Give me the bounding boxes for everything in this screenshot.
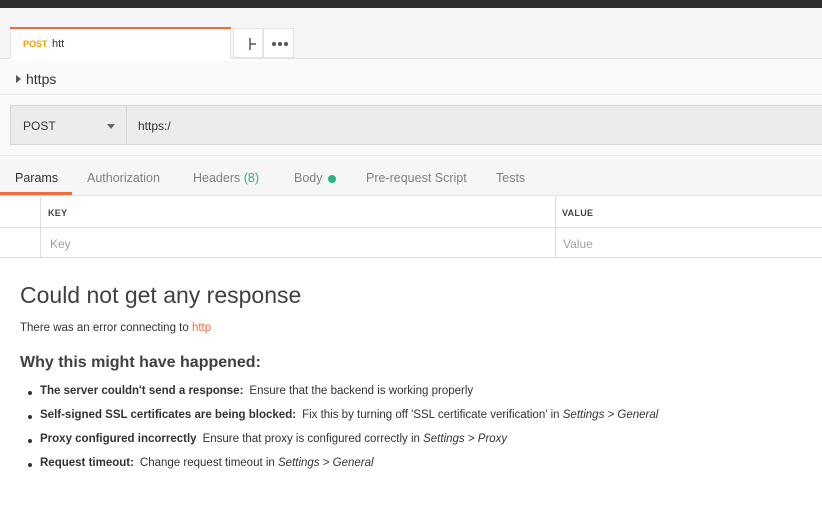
reason-title: The server couldn't send a response:	[40, 385, 244, 397]
tab-authorization[interactable]: Authorization	[87, 171, 160, 185]
tab-pre-request-script[interactable]: Pre-request Script	[366, 171, 467, 185]
settings-path: Settings > General	[562, 409, 659, 421]
bullet-icon	[28, 439, 32, 443]
error-message: There was an error connecting to http	[20, 322, 810, 334]
request-tab[interactable]: POST htt	[10, 27, 231, 59]
tab-params[interactable]: Params	[15, 171, 58, 185]
tab-options-button[interactable]	[263, 28, 294, 58]
tab-headers-label: Headers	[193, 171, 241, 185]
bullet-icon	[28, 463, 32, 467]
settings-path: Settings > Proxy	[423, 433, 508, 445]
reason-text: Ensure that proxy is configured correctl…	[202, 433, 424, 445]
tab-body[interactable]: Body	[294, 171, 323, 185]
bullet-icon	[28, 415, 32, 419]
reason-text: Fix this by turning off 'SSL certificate…	[302, 409, 563, 421]
error-message-text: There was an error connecting to	[20, 322, 192, 334]
active-tab-indicator	[10, 27, 231, 29]
url-bar: POST https:/	[0, 96, 822, 156]
request-tab-strip: POST htt	[0, 8, 822, 59]
param-value-input[interactable]: Value	[563, 237, 593, 251]
body-indicator-dot	[328, 175, 336, 183]
request-subtabs: Params Authorization Headers (8) Body Pr…	[0, 157, 822, 196]
settings-path: Settings > General	[278, 457, 374, 469]
chevron-down-icon	[107, 124, 115, 129]
url-input-value: https:/	[138, 119, 171, 133]
request-tab-name: htt	[52, 38, 65, 50]
more-horizontal-icon	[272, 42, 288, 46]
column-divider	[555, 197, 556, 258]
reason-item: Request timeout: Change request timeout i…	[20, 457, 810, 481]
params-value-header: VALUE	[562, 208, 594, 218]
param-key-input[interactable]: Key	[50, 237, 71, 251]
column-divider	[40, 197, 41, 258]
params-key-header: KEY	[48, 208, 68, 218]
reason-item: Self-signed SSL certificates are being b…	[20, 409, 810, 433]
reasons-list: The server couldn't send a response: Ensu…	[20, 385, 810, 481]
why-heading: Why this might have happened:	[20, 354, 261, 371]
tab-tests[interactable]: Tests	[496, 171, 525, 185]
reason-title: Self-signed SSL certificates are being b…	[40, 409, 297, 421]
error-url-link[interactable]: http	[192, 322, 211, 334]
reason-title: Request timeout:	[40, 457, 134, 469]
active-subtab-underline	[0, 192, 72, 195]
reason-text: Ensure that the backend is working prope…	[249, 385, 474, 397]
new-tab-button[interactable]	[233, 28, 263, 58]
plus-icon	[249, 38, 256, 50]
bullet-icon	[28, 391, 32, 395]
request-name-bar[interactable]: https	[0, 60, 822, 95]
window-top-bar	[0, 0, 822, 8]
request-name: https	[26, 71, 57, 87]
method-select-value: POST	[23, 119, 56, 133]
headers-count-badge: (8)	[243, 171, 260, 185]
url-input[interactable]: https:/	[126, 105, 822, 145]
reason-item: The server couldn't send a response: Ensu…	[20, 385, 810, 409]
reason-text: Change request timeout in	[139, 457, 279, 469]
error-title: Could not get any response	[20, 282, 302, 308]
reason-item: Proxy configured incorrectly Ensure that …	[20, 433, 810, 457]
tab-headers[interactable]: Headers (8)	[193, 171, 259, 185]
response-error-panel: Could not get any response There was an …	[20, 282, 810, 481]
params-header-row	[0, 197, 822, 228]
params-table: KEY VALUE Key Value	[0, 197, 822, 258]
caret-right-icon[interactable]	[16, 75, 21, 83]
reason-title: Proxy configured incorrectly	[40, 433, 197, 445]
request-tab-method: POST	[23, 39, 48, 49]
method-select[interactable]: POST	[10, 105, 126, 145]
